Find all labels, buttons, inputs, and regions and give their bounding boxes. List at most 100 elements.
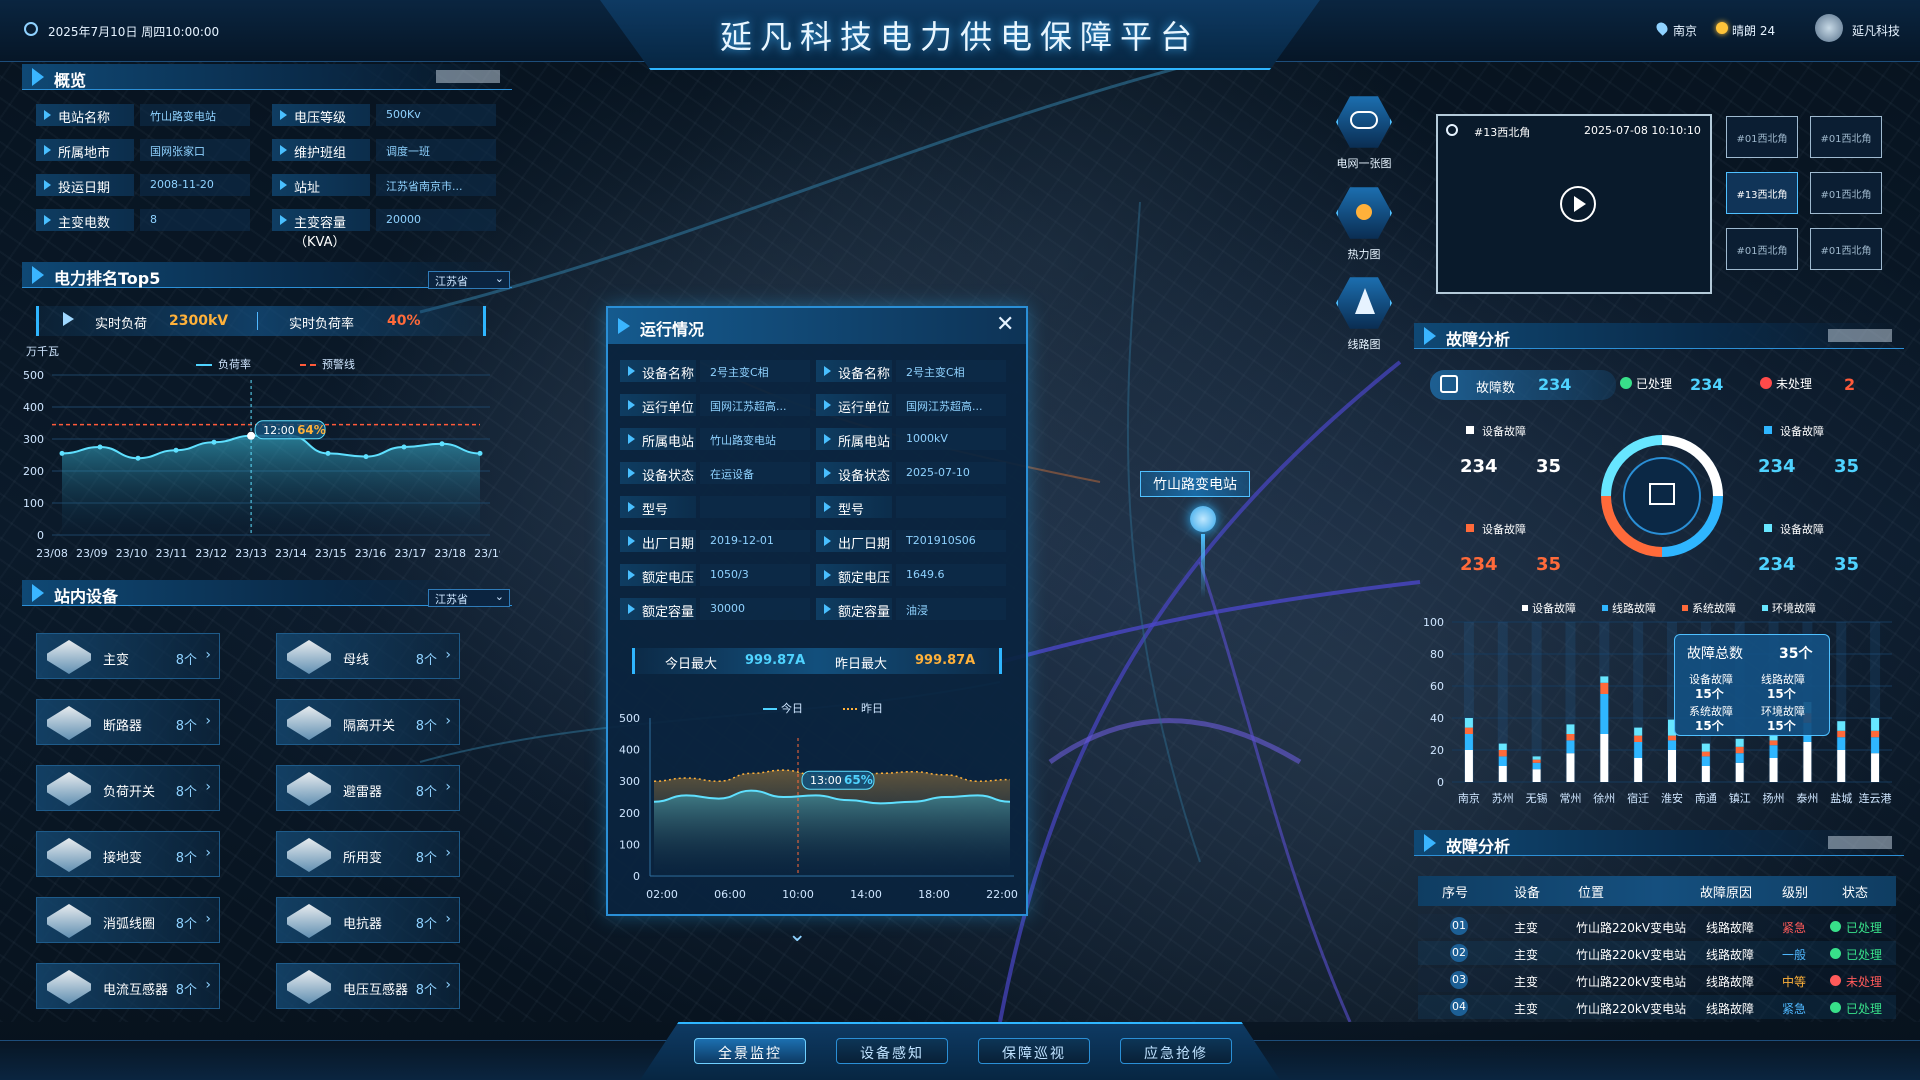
fault-count-value: 234 [1538, 375, 1572, 394]
device-platform-icon [287, 904, 331, 938]
bar-segment [1769, 745, 1778, 758]
row-number: 02 [1450, 944, 1468, 962]
device-card[interactable]: 所用变 8个 › [276, 831, 460, 877]
run-field-value: 油浸 [896, 598, 1006, 620]
station-beam [1201, 534, 1205, 598]
device-card[interactable]: 电压互感器 8个 › [276, 963, 460, 1009]
device-card[interactable]: 电抗器 8个 › [276, 897, 460, 943]
x-tick-label: 淮安 [1661, 791, 1683, 805]
camera-tile[interactable]: #01西北角 [1726, 116, 1798, 158]
nav-button[interactable]: 保障巡视 [978, 1038, 1090, 1064]
row-status: 已处理 [1846, 948, 1883, 962]
quad-value: 234 [1460, 554, 1498, 575]
station-pin-icon[interactable] [1190, 506, 1216, 532]
nav-button[interactable]: 设备感知 [836, 1038, 948, 1064]
load-value: 2300kV [169, 313, 229, 329]
run-field-label: 设备状态 [816, 462, 892, 484]
device-card[interactable]: 隔离开关 8个 › [276, 699, 460, 745]
run-field-label: 设备名称 [620, 360, 696, 382]
device-card[interactable]: 消弧线圈 8个 › [36, 897, 220, 943]
bar-segment [1871, 730, 1880, 738]
fault-table-title: 故障分析 [1446, 837, 1511, 856]
bar-segment [1735, 746, 1744, 754]
y-tick-label: 500 [23, 369, 44, 382]
avatar[interactable] [1815, 14, 1843, 42]
camera-tile[interactable]: #01西北角 [1810, 116, 1882, 158]
bar-segment [1464, 734, 1473, 750]
device-platform-icon [287, 706, 331, 740]
chevron-right-icon: › [205, 779, 211, 795]
tooltip-pct: 64% [297, 423, 326, 437]
row-reason: 线路故障 [1706, 948, 1755, 962]
clock-icon [24, 22, 38, 36]
device-card[interactable]: 避雷器 8个 › [276, 765, 460, 811]
device-card[interactable]: 母线 8个 › [276, 633, 460, 679]
camera-tile[interactable]: #01西北角 [1810, 228, 1882, 270]
row-reason: 线路故障 [1706, 975, 1755, 989]
device-count: 8个 [415, 917, 437, 932]
chevron-right-icon: › [445, 977, 451, 993]
device-card[interactable]: 断路器 8个 › [36, 699, 220, 745]
chevron-down-icon: ⌄ [494, 590, 504, 603]
bar-segment [1566, 724, 1575, 734]
table-header-cell: 故障原因 [1700, 886, 1753, 901]
x-tick-label: 22:00 [986, 888, 1018, 901]
chart-unit: 万千瓦 [26, 345, 59, 358]
chevron-right-icon: › [205, 845, 211, 861]
fault-tooltip: 故障总数 35个 设备故障 15个 线路故障 15个 系统故障 15个 环境故障 15个 [1674, 634, 1830, 736]
device-card[interactable]: 负荷开关 8个 › [36, 765, 220, 811]
bar-segment [1735, 738, 1744, 747]
fault-count-label: 故障数 [1476, 381, 1516, 396]
device-platform-icon [47, 640, 91, 674]
device-card[interactable]: 主变 8个 › [36, 633, 220, 679]
x-tick-label: 南通 [1695, 792, 1717, 805]
row-device: 主变 [1514, 975, 1539, 989]
devices-region-select[interactable]: 江苏省 ⌄ [428, 589, 510, 607]
overview-field-label: 投运日期 [36, 174, 134, 196]
ranking-region-select[interactable]: 江苏省 ⌄ [428, 271, 510, 289]
header-arrow-icon [1424, 834, 1436, 852]
device-card[interactable]: 接地变 8个 › [36, 831, 220, 877]
x-tick-label: 23/13 [235, 547, 267, 560]
data-point [97, 444, 103, 450]
chevron-down-icon[interactable]: ⌄ [788, 922, 806, 947]
row-level: 中等 [1782, 975, 1807, 989]
camera-tile[interactable]: #01西北角 [1810, 172, 1882, 214]
y-tick-label: 100 [1423, 616, 1444, 629]
quad-pct: 35 [1536, 456, 1562, 477]
bar-segment [1668, 740, 1676, 750]
overview-field-value: 江苏省南京市... [376, 174, 496, 196]
overview-title: 概览 [54, 71, 87, 90]
x-tick-label: 23/11 [156, 547, 188, 560]
header-tag [1828, 329, 1892, 342]
bar-segment [1498, 756, 1507, 766]
header-tag [1828, 836, 1892, 849]
camera-main[interactable]: #13西北角 2025-07-08 10:10:10 [1436, 114, 1712, 294]
device-card[interactable]: 电流互感器 8个 › [36, 963, 220, 1009]
nav-button[interactable]: 全景监控 [694, 1038, 806, 1064]
x-tick-label: 无锡 [1526, 791, 1548, 805]
device-platform-icon [47, 838, 91, 872]
camera-tile[interactable]: #01西北角 [1726, 228, 1798, 270]
overview-field-value: 500Kv [376, 104, 496, 126]
run-field-label: 出厂日期 [816, 530, 892, 552]
station-label[interactable]: 竹山路变电站 [1140, 471, 1250, 497]
close-icon[interactable]: ✕ [996, 312, 1014, 337]
undone-label: 未处理 [1776, 377, 1813, 391]
location-icon [1446, 124, 1458, 136]
rate-value: 40% [387, 313, 421, 329]
row-level: 一般 [1782, 948, 1807, 962]
quad-pct: 35 [1536, 554, 1562, 575]
x-tick-label: 23/08 [36, 547, 68, 560]
row-number: 04 [1450, 998, 1468, 1016]
fault-header: 故障分析 [1414, 323, 1904, 349]
tooltip-item-value: 15个 [1695, 687, 1724, 701]
yesterday-max-value: 999.87A [915, 653, 976, 668]
x-tick-label: 23/17 [395, 547, 427, 560]
run-field-label: 出厂日期 [620, 530, 696, 552]
camera-tile[interactable]: #13西北角 [1726, 172, 1798, 214]
today-max-label: 今日最大 [665, 657, 718, 672]
row-status: 未处理 [1846, 975, 1883, 989]
header-arrow-icon [1424, 327, 1436, 345]
nav-button[interactable]: 应急抢修 [1120, 1038, 1232, 1064]
